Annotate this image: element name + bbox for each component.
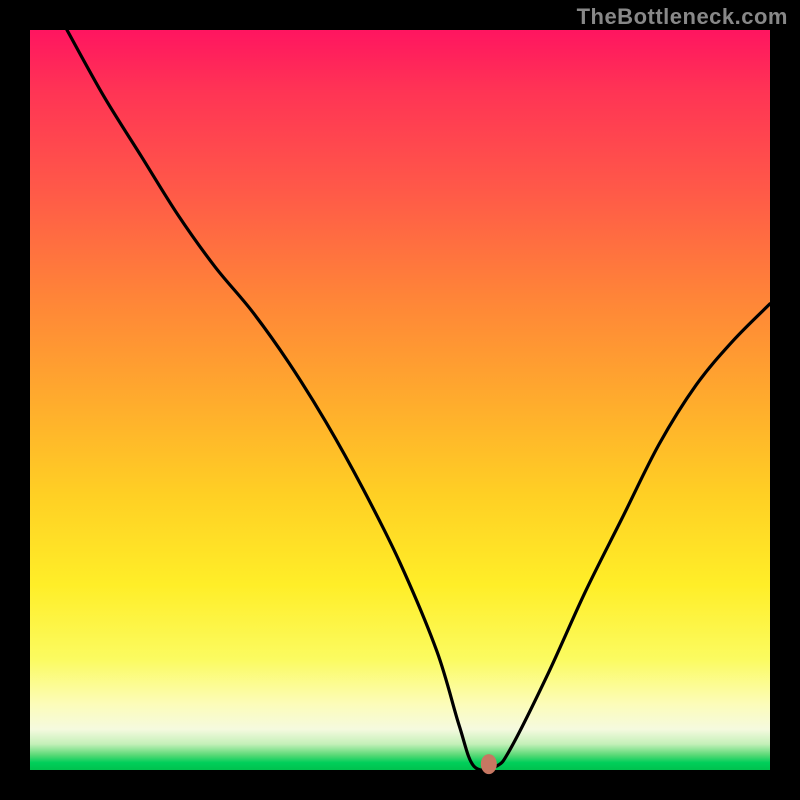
bottleneck-curve (67, 30, 770, 770)
watermark-text: TheBottleneck.com (577, 4, 788, 30)
optimum-marker (481, 754, 497, 774)
plot-area (30, 30, 770, 770)
chart-frame: TheBottleneck.com (0, 0, 800, 800)
curve-layer (30, 30, 770, 770)
